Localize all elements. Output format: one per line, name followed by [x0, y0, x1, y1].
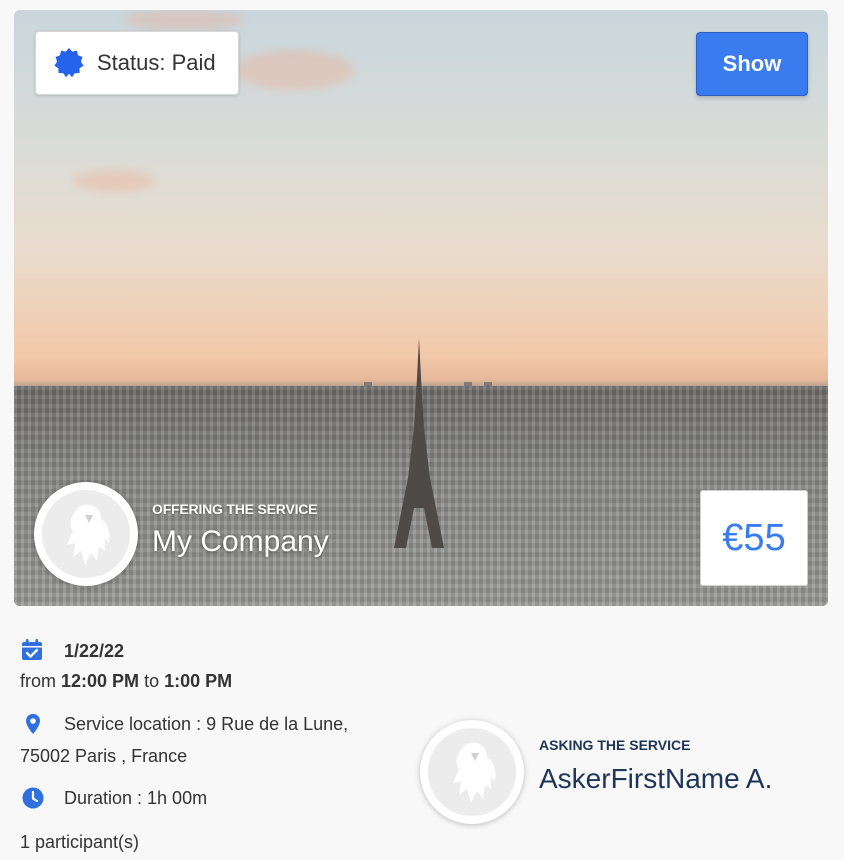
duration: Duration : 1h 00m	[64, 788, 208, 808]
time-start: 12:00 PM	[61, 671, 140, 691]
participants-count: 1 participant(s)	[20, 832, 140, 852]
event-time: from 12:00 PM to 1:00 PM	[20, 671, 232, 692]
eiffel-tower-shape	[394, 338, 444, 548]
time-from-prefix: from	[20, 671, 56, 691]
status-label: Status: Paid	[97, 50, 216, 75]
asker-name[interactable]: AskerFirstName A.	[539, 763, 772, 795]
location-line-2: 75002 Paris , France	[20, 746, 188, 766]
offering-label: OFFERING THE SERVICE	[152, 501, 318, 517]
location-pin-icon	[26, 714, 40, 734]
status-badge: Status: Paid	[35, 31, 239, 95]
provider-name[interactable]: My Company	[152, 525, 329, 559]
location-line-1: Service location : 9 Rue de la Lune,	[64, 714, 349, 734]
price-box: €55	[700, 490, 808, 586]
time-to-word: to	[144, 671, 160, 691]
eagle-placeholder-icon	[453, 742, 496, 803]
eagle-placeholder-icon	[67, 504, 110, 565]
asking-label: ASKING THE SERVICE	[539, 737, 691, 753]
calendar-check-icon	[22, 639, 42, 660]
clock-icon	[22, 787, 44, 809]
time-end: 1:00 PM	[164, 671, 233, 691]
verified-badge-icon	[54, 48, 84, 78]
show-button[interactable]: Show	[696, 32, 808, 96]
provider-avatar[interactable]	[34, 482, 138, 586]
event-date: 1/22/22	[64, 641, 125, 661]
asker-avatar[interactable]	[420, 720, 524, 824]
